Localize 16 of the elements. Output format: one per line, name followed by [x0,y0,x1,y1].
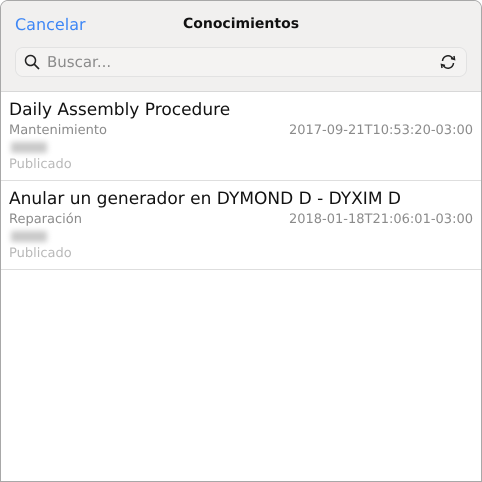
item-title: Daily Assembly Procedure [9,99,232,122]
list-item[interactable]: Anular un generador en DYMOND D - DYXIM D Reparación 2018-01-18T21:06:01-03:00 Publicado [1,181,481,270]
blurred-text [11,142,47,153]
item-date: 2017-09-21T10:53:20-03:00 [288,122,473,139]
search-field[interactable]: Buscar... [15,47,467,77]
item-date: 2018-01-18T21:06:01-03:00 [288,211,473,228]
refresh-icon[interactable] [439,53,457,71]
item-status: Publicado [9,156,73,173]
list-item[interactable]: Daily Assembly Procedure Mantenimiento 2017-09-21T10:53:20-03:00 Publicado [1,92,481,181]
item-category: Mantenimiento [9,122,107,139]
item-title: Anular un generador en DYMOND D - DYXIM D [9,188,402,211]
search-icon [23,53,41,71]
item-category: Reparación [9,211,82,228]
blurred-text [11,231,47,242]
window-title: Conocimientos [182,16,300,32]
item-status: Publicado [9,245,73,262]
